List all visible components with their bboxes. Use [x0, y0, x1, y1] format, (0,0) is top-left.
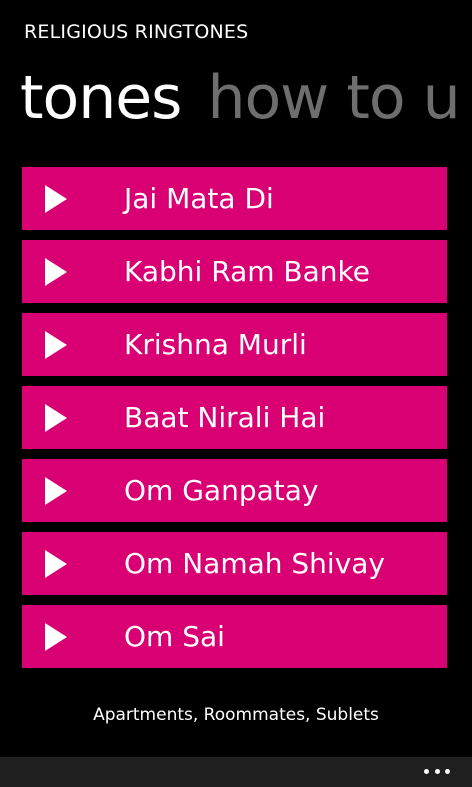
tone-item-om-sai[interactable]: Om Sai	[22, 605, 447, 668]
play-icon	[45, 258, 67, 286]
pivot-tab-tones[interactable]: tones	[20, 56, 182, 140]
tone-item-kabhi-ram-banke[interactable]: Kabhi Ram Banke	[22, 240, 447, 303]
play-icon	[45, 185, 67, 213]
ellipsis-dot	[434, 769, 440, 774]
play-icon	[45, 550, 67, 578]
tone-item-jai-mata-di[interactable]: Jai Mata Di	[22, 167, 447, 230]
tone-label: Om Sai	[124, 620, 225, 653]
pivot-headers: tones how to u	[20, 56, 472, 140]
tone-item-baat-nirali-hai[interactable]: Baat Nirali Hai	[22, 386, 447, 449]
play-icon	[45, 477, 67, 505]
tone-label: Jai Mata Di	[124, 182, 274, 215]
tone-list: Jai Mata Di Kabhi Ram Banke Krishna Murl…	[22, 167, 447, 678]
tone-label: Om Namah Shivay	[124, 547, 385, 580]
ad-banner[interactable]: Apartments, Roommates, Sublets	[0, 700, 472, 730]
play-icon	[45, 404, 67, 432]
play-icon	[45, 331, 67, 359]
play-icon	[45, 623, 67, 651]
ellipsis-icon[interactable]	[424, 769, 450, 775]
ellipsis-dot	[424, 769, 429, 774]
tone-item-om-ganpatay[interactable]: Om Ganpatay	[22, 459, 447, 522]
app-bar	[0, 757, 472, 787]
tone-label: Kabhi Ram Banke	[124, 255, 370, 288]
tone-item-krishna-murli[interactable]: Krishna Murli	[22, 313, 447, 376]
tone-item-om-namah-shivay[interactable]: Om Namah Shivay	[22, 532, 447, 595]
pivot-tab-how-to-use[interactable]: how to u	[207, 56, 460, 140]
ellipsis-dot	[445, 769, 450, 774]
tone-label: Baat Nirali Hai	[124, 401, 326, 434]
tone-label: Krishna Murli	[124, 328, 307, 361]
app-title: RELIGIOUS RINGTONES	[24, 21, 249, 43]
tone-label: Om Ganpatay	[124, 474, 319, 507]
